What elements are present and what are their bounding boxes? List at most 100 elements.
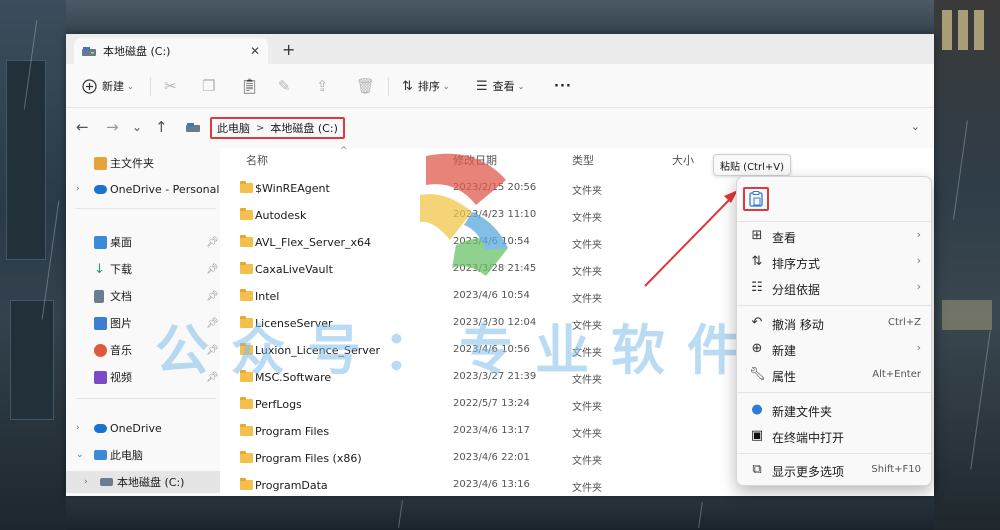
paste-button[interactable] — [743, 187, 769, 211]
folder-icon — [240, 370, 253, 382]
breadcrumb-this-pc[interactable]: 此电脑 — [217, 120, 250, 136]
chevron-down-icon: ⌄ — [517, 81, 525, 91]
forward-icon[interactable]: → — [106, 118, 119, 136]
menu-item-view[interactable]: ⊞ 查看 › — [737, 223, 933, 249]
sidebar-item-downloads[interactable]: ↓ 下载 📌︎ — [66, 258, 220, 280]
sort-ascending-icon: ^ — [340, 146, 348, 156]
rename-icon[interactable]: ✎ — [278, 64, 291, 108]
table-row[interactable]: CaxaLiveVault 2023/3/28 21:45 文件夹 — [220, 256, 760, 283]
chevron-down-icon[interactable]: ⌄ — [132, 120, 142, 134]
file-name: Intel — [255, 290, 280, 303]
toolbar-divider — [150, 78, 151, 96]
menu-item-open-in-terminal[interactable]: ▣ 在终端中打开 — [737, 423, 933, 449]
menu-item-new-folder[interactable]: ● 新建文件夹 — [737, 397, 933, 423]
terminal-icon: ▣ — [750, 428, 764, 443]
menu-item-label: 在终端中打开 — [772, 431, 845, 445]
file-type: 文件夹 — [572, 294, 602, 305]
pin-icon[interactable]: 📌︎ — [206, 237, 219, 248]
new-button[interactable]: 新建 ⌄ — [82, 64, 134, 108]
sort-icon: ⇅ — [751, 254, 763, 269]
table-row[interactable]: AVL_Flex_Server_x64 2023/4/6 10:54 文件夹 — [220, 229, 760, 256]
address-bar[interactable]: 此电脑 > 本地磁盘 (C:) ⌄ — [178, 114, 922, 142]
modified-date: 2023/3/30 12:04 — [453, 317, 537, 328]
sort-button[interactable]: ⇅ 排序 ⌄ — [402, 64, 450, 108]
more-options-button[interactable]: ··· — [554, 64, 572, 108]
sidebar-item-documents[interactable]: 文档 📌︎ — [66, 285, 220, 307]
copy-icon[interactable]: ❐ — [202, 64, 215, 108]
column-header-type[interactable]: 类型 — [572, 152, 594, 168]
up-icon[interactable]: ↑ — [155, 118, 168, 136]
menu-item-undo-move[interactable]: ↶ 撤消 移动 Ctrl+Z — [737, 310, 933, 336]
table-row[interactable]: LicenseServer 2023/3/30 12:04 文件夹 — [220, 310, 760, 337]
chevron-right-icon[interactable]: › — [76, 184, 80, 194]
sidebar-item-desktop[interactable]: 桌面 📌︎ — [66, 231, 220, 253]
chevron-down-icon[interactable]: ⌄ — [76, 450, 84, 460]
breadcrumb: 此电脑 > 本地磁盘 (C:) — [210, 117, 345, 139]
table-row[interactable]: Autodesk 2023/4/23 11:10 文件夹 — [220, 202, 760, 229]
desktop-background-top — [66, 0, 934, 34]
pin-icon[interactable]: 📌︎ — [206, 291, 219, 302]
pin-icon[interactable]: 📌︎ — [206, 318, 219, 329]
sidebar-item-label: 音乐 — [110, 344, 132, 357]
sidebar-item-label: 本地磁盘 (C:) — [117, 476, 185, 489]
table-row[interactable]: Program Files 2023/4/6 13:17 文件夹 — [220, 418, 760, 445]
desktop-icon — [94, 235, 107, 249]
menu-item-new[interactable]: ⊕ 新建 › — [737, 336, 933, 362]
chevron-right-icon[interactable]: › — [76, 423, 80, 433]
column-header-name[interactable]: 名称 — [246, 152, 268, 168]
chevron-right-icon[interactable]: › — [84, 477, 88, 487]
menu-item-sort-by[interactable]: ⇅ 排序方式 › — [737, 249, 933, 275]
sidebar-item-onedrive-personal[interactable]: › OneDrive - Personal — [66, 178, 220, 200]
file-type: 文件夹 — [572, 483, 602, 494]
address-history-chevron-icon[interactable]: ⌄ — [911, 120, 920, 133]
cut-icon[interactable]: ✂ — [164, 64, 177, 108]
modified-date: 2023/4/6 13:16 — [453, 479, 530, 490]
sidebar-item-home[interactable]: 主文件夹 — [66, 152, 220, 174]
tab-local-disk[interactable]: 本地磁盘 (C:) ✕ — [74, 38, 268, 64]
new-label: 新建 — [102, 80, 124, 93]
menu-item-group-by[interactable]: ☷ 分组依据 › — [737, 275, 933, 301]
table-row[interactable]: Intel 2023/4/6 10:54 文件夹 — [220, 283, 760, 310]
table-row[interactable]: Program Files (x86) 2023/4/6 22:01 文件夹 — [220, 445, 760, 472]
sidebar-divider — [76, 398, 216, 399]
view-button[interactable]: ☰ 查看 ⌄ — [476, 64, 524, 108]
paste-icon[interactable]: 📋︎ — [240, 64, 259, 108]
new-tab-button[interactable]: + — [282, 40, 295, 59]
pin-icon[interactable]: 📌︎ — [206, 264, 219, 275]
delete-icon[interactable]: 🗑︎ — [356, 64, 375, 108]
menu-divider — [737, 305, 931, 306]
table-row[interactable]: ProgramData 2023/4/6 13:16 文件夹 — [220, 472, 760, 496]
grid-icon: ⊞ — [751, 228, 763, 243]
sidebar-item-label: 桌面 — [110, 236, 132, 249]
video-icon — [94, 370, 107, 384]
share-icon[interactable]: ⇪ — [316, 64, 329, 108]
table-row[interactable]: Luxion_Licence_Server 2023/4/6 10:56 文件夹 — [220, 337, 760, 364]
table-row[interactable]: PerfLogs 2022/5/7 13:24 文件夹 — [220, 391, 760, 418]
back-icon[interactable]: ← — [76, 118, 89, 136]
cloud-icon — [94, 185, 107, 194]
breadcrumb-local-disk[interactable]: 本地磁盘 (C:) — [270, 120, 337, 136]
menu-item-show-more-options[interactable]: ⧉ 显示更多选项 Shift+F10 — [737, 457, 933, 483]
folder-icon — [240, 235, 253, 247]
column-header-date[interactable]: 修改日期 — [453, 152, 497, 168]
sidebar-item-onedrive[interactable]: › OneDrive — [66, 417, 220, 439]
sidebar-item-this-pc[interactable]: ⌄ 此电脑 — [66, 444, 220, 466]
table-row[interactable]: $WinREAgent 2023/2/15 20:56 文件夹 — [220, 175, 760, 202]
chevron-down-icon: ⌄ — [442, 81, 450, 91]
menu-item-label: 新建 — [772, 344, 797, 358]
menu-item-shortcut: Shift+F10 — [871, 464, 921, 475]
sidebar-item-music[interactable]: 音乐 📌︎ — [66, 339, 220, 361]
close-tab-icon[interactable]: ✕ — [250, 44, 260, 58]
folder-icon — [240, 397, 253, 409]
sidebar-item-label: OneDrive — [110, 421, 162, 435]
sidebar-item-videos[interactable]: 视频 📌︎ — [66, 366, 220, 388]
table-row[interactable]: MSC.Software 2023/3/27 21:39 文件夹 — [220, 364, 760, 391]
menu-item-label: 新建文件夹 — [772, 405, 833, 419]
sidebar-item-pictures[interactable]: 图片 📌︎ — [66, 312, 220, 334]
pin-icon[interactable]: 📌︎ — [206, 372, 219, 383]
pin-icon[interactable]: 📌︎ — [206, 345, 219, 356]
sidebar-item-local-disk[interactable]: › 本地磁盘 (C:) — [66, 471, 220, 493]
download-icon: ↓ — [94, 261, 105, 277]
column-header-size[interactable]: 大小 — [672, 152, 694, 168]
menu-item-properties[interactable]: 🔧︎ 属性 Alt+Enter — [737, 362, 933, 388]
